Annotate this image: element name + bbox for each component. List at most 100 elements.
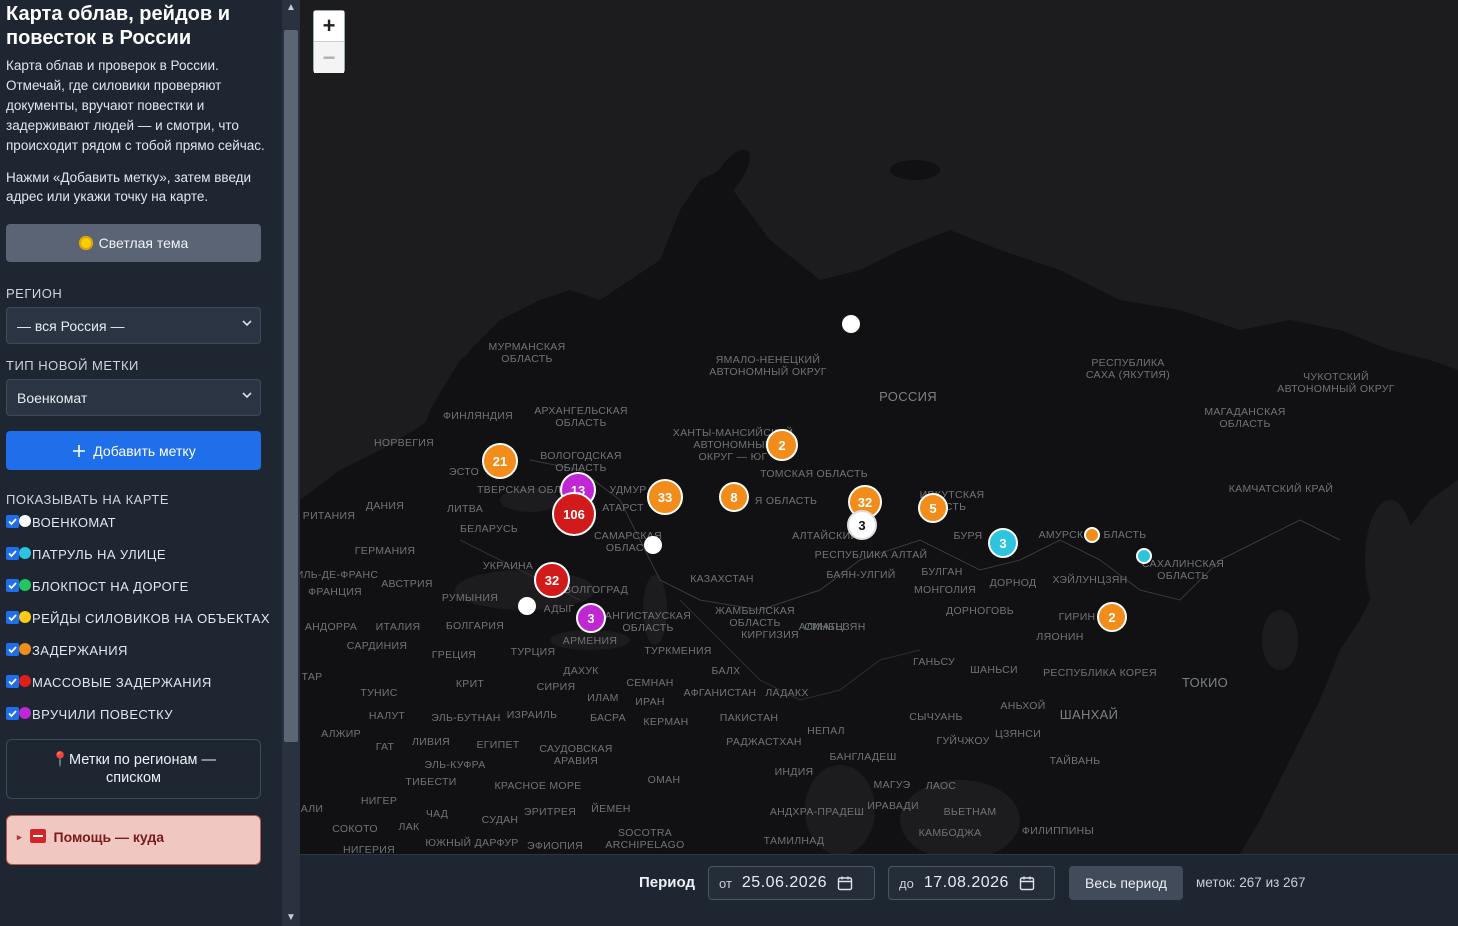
marker-cluster[interactable]: 3 (988, 528, 1018, 558)
date-to-input[interactable]: до 17.08.2026 (888, 866, 1055, 900)
layer-color-dot (19, 547, 31, 559)
map-label-dornogovi: ДОРНОГОВЬ (946, 605, 1014, 617)
layer-color-dot (19, 611, 31, 623)
map-label-ayeyarwady: ИРАВАДИ (867, 800, 919, 812)
marker-cluster[interactable]: 3 (847, 510, 877, 540)
marker-point[interactable] (1136, 548, 1152, 564)
marker-cluster[interactable]: 21 (482, 443, 518, 479)
map-label-magway: МАГУЭ (873, 779, 911, 791)
help-button[interactable]: ▸ Помощь — куда (6, 815, 261, 865)
layer-checkbox[interactable] (6, 547, 19, 560)
theme-toggle-label: Светлая тема (98, 235, 189, 251)
map-label-turkmenistan: ТУРКМЕНИЯ (644, 645, 712, 657)
map-label-algeria: АЛЖИР (321, 728, 361, 740)
layer-checkbox[interactable] (6, 707, 19, 720)
scrollbar-thumb[interactable] (284, 30, 298, 742)
marker-cluster[interactable]: 5 (918, 493, 948, 523)
map-label-chad: ЧАД (425, 808, 449, 820)
map-label-socotra: SOCOTRA ARCHIPELAGO (605, 827, 685, 851)
type-select[interactable]: Военкомат (6, 379, 261, 416)
layer-checkbox[interactable] (6, 675, 19, 688)
map-label-bulgan: БУЛГАН (921, 566, 963, 578)
map-label-chukotka: ЧУКОТСКИЙ АВТОНОМНЫЙ ОКРУГ (1277, 371, 1395, 395)
map-label-magadan: МАГАДАНСКАЯ ОБЛАСТЬ (1204, 406, 1286, 430)
marker-point[interactable] (644, 536, 662, 554)
layer-toggle[interactable]: ЗАДЕРЖАНИЯ (6, 643, 276, 658)
map-label-adygea: АДЫГ (543, 603, 575, 615)
layer-color-dot (19, 707, 31, 719)
markers-by-region-button[interactable]: 📍Метки по регионам — списком (6, 739, 261, 799)
theme-toggle-button[interactable]: Светлая тема (6, 224, 261, 262)
calendar-icon[interactable] (837, 875, 853, 891)
cluster-count: 32 (857, 494, 873, 510)
layer-checkbox[interactable] (6, 515, 19, 528)
marker-point[interactable] (518, 597, 536, 615)
layer-checkbox[interactable] (6, 611, 19, 624)
map-label-mongolia: МОНГОЛИЯ (913, 584, 977, 596)
marker-cluster[interactable]: 2 (1097, 602, 1127, 632)
scroll-down-icon[interactable]: ▼ (285, 912, 297, 924)
map-label-afghanistan: АФГАНИСТАН (683, 687, 757, 699)
map-label-nigeria: НИГЕРИЯ (342, 844, 396, 854)
map-canvas[interactable]: МУРМАНСКАЯ ОБЛАСТЬ ЯМАЛО-НЕНЕЦКИЙ АВТОНОМ… (300, 0, 1458, 854)
scroll-up-icon[interactable]: ▲ (285, 2, 297, 14)
map-label-pakistan: ПАКИСТАН (719, 712, 779, 724)
marker-cluster[interactable]: 106 (552, 492, 596, 536)
zoom-out-button[interactable]: − (314, 42, 344, 73)
map-label-ile: ИЛЬ-ДЕ-ФРАНС (300, 569, 379, 581)
chevron-down-icon (242, 320, 252, 327)
add-marker-button[interactable]: Добавить метку (6, 431, 261, 470)
calendar-icon[interactable] (1019, 875, 1035, 891)
layer-toggle[interactable]: ВОЕНКОМАТ (6, 515, 276, 530)
region-select[interactable]: — вся Россия — (6, 307, 261, 344)
zoom-in-button[interactable]: + (314, 11, 344, 42)
map-label-heilongjiang: ХЭЙЛУНЦЗЯН (1052, 574, 1128, 586)
date-from-value: 25.06.2026 (741, 874, 827, 891)
marker-point[interactable] (842, 315, 860, 333)
map-label-sichuan: СЫЧУАНЬ (909, 711, 963, 723)
map-label-vietnam: ВЬЕТНАМ (943, 806, 997, 818)
layer-label: ВОЕНКОМАТ (32, 515, 116, 530)
all-period-button[interactable]: Весь период (1069, 866, 1183, 900)
map-label-taiwan: ТАЙВАНЬ (1049, 755, 1101, 767)
layer-toggle[interactable]: БЛОКПОСТ НА ДОРОГЕ (6, 579, 276, 594)
layer-toggle[interactable]: ВРУЧИЛИ ПОВЕСТКУ (6, 707, 276, 722)
map-label-elbutnan: ЭЛЬ-БУТНАН (431, 712, 501, 724)
map-label-basra: БАСРА (590, 712, 626, 724)
map-label-libya: ЛИВИЯ (411, 736, 451, 748)
layer-checkbox[interactable] (6, 643, 19, 656)
description-text: Карта облав и проверок в России. Отмечай… (6, 58, 265, 153)
marker-cluster[interactable]: 2 (766, 429, 798, 461)
map-label-yamal: ЯМАЛО-НЕНЕЦКИЙ АВТОНОМНЫЙ ОКРУГ (709, 354, 827, 378)
date-to-value: 17.08.2026 (923, 874, 1009, 891)
map-label-shanxi: ШАНЬСИ (970, 664, 1018, 676)
layer-color-dot (19, 675, 31, 687)
map-label-estonia: ЭСТО (448, 466, 480, 478)
layer-color-dot (19, 643, 31, 655)
layer-toggle[interactable]: РЕЙДЫ СИЛОВИКОВ НА ОБЪЕКТАХ (6, 611, 276, 626)
date-to-prefix: до (899, 875, 914, 891)
marker-cluster[interactable]: 3 (576, 603, 606, 633)
map-label-liaoning: ЛЯОНИН (1036, 631, 1084, 643)
marker-cluster[interactable]: 32 (534, 562, 570, 598)
layer-toggle[interactable]: ПАТРУЛЬ НА УЛИЦЕ (6, 547, 276, 562)
marker-point[interactable] (1084, 527, 1100, 543)
marker-cluster[interactable]: 33 (647, 479, 683, 515)
pin-icon: 📍 (50, 752, 69, 768)
map-label-syria: СИРИЯ (536, 681, 576, 693)
layer-label: РЕЙДЫ СИЛОВИКОВ НА ОБЪЕКТАХ (32, 611, 270, 626)
map-label-bulgaria: БОЛГАРИЯ (445, 620, 505, 632)
map-label-gat: ГАТ (375, 741, 395, 753)
date-from-input[interactable]: от 25.06.2026 (708, 866, 875, 900)
sidebar-scrollbar[interactable]: ▲ ▼ (282, 0, 300, 926)
sidebar: Карта облав, рейдов и повесток в России … (0, 0, 282, 926)
layer-color-dot (19, 579, 31, 591)
map-label-sakha: РЕСПУБЛИКА САХА (ЯКУТИЯ) (1085, 357, 1171, 381)
map-label-buryat: БУРЯ (953, 530, 983, 542)
layer-toggle[interactable]: МАССОВЫЕ ЗАДЕРЖАНИЯ (6, 675, 276, 690)
layer-checkbox[interactable] (6, 579, 19, 592)
map-label-sakhalin: САХАЛИНСКАЯ ОБЛАСТЬ (1141, 558, 1225, 582)
app-root: Карта облав, рейдов и повесток в России … (0, 0, 1458, 926)
marker-cluster[interactable]: 8 (719, 482, 749, 512)
chevron-down-icon (242, 392, 252, 399)
